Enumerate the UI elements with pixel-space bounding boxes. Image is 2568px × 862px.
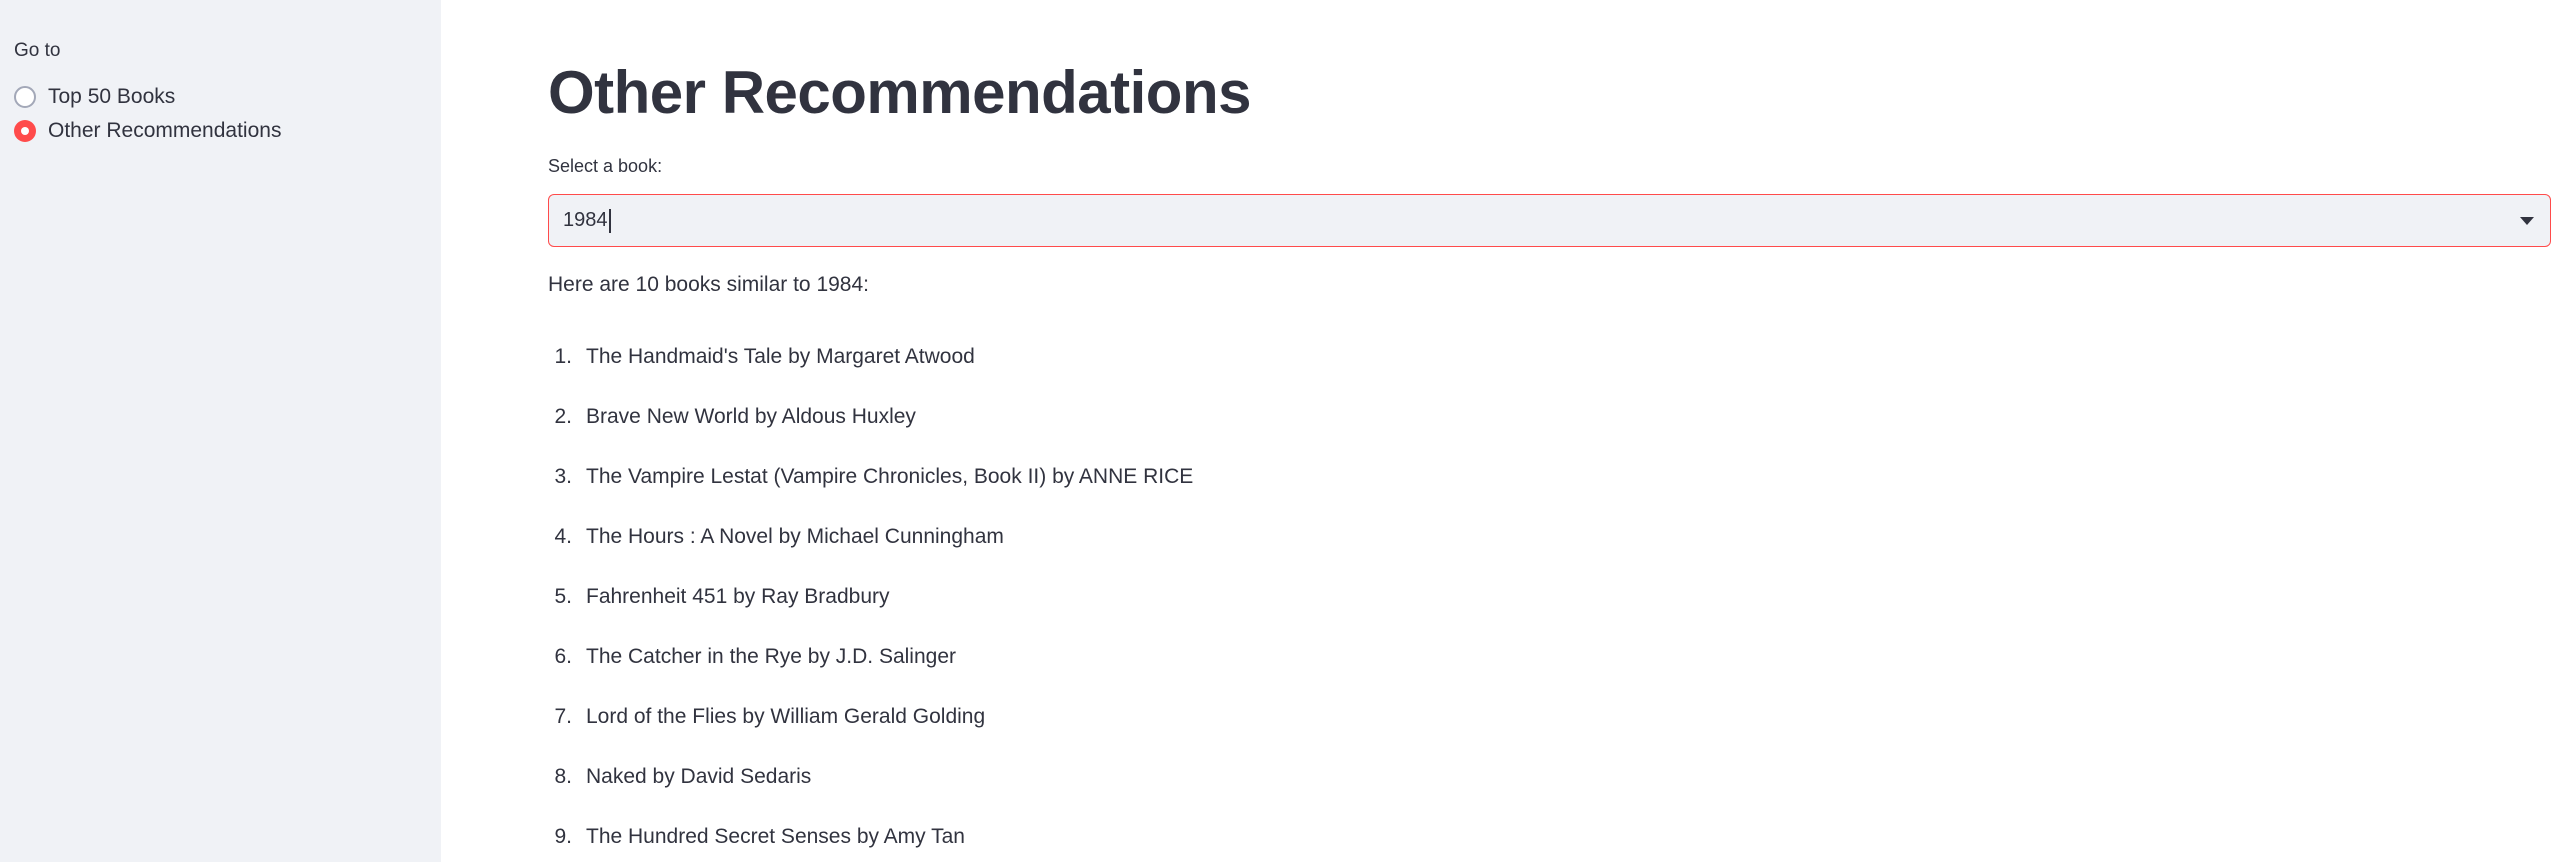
list-item: 1. The Handmaid's Tale by Margaret Atwood xyxy=(548,327,1193,387)
book-select[interactable]: 1984 xyxy=(548,194,2551,247)
list-item-number: 3. xyxy=(554,465,572,488)
radio-option-other-recommendations[interactable]: Other Recommendations xyxy=(14,116,281,146)
list-item: 5. Fahrenheit 451 by Ray Bradbury xyxy=(548,567,1193,627)
radio-unchecked-icon[interactable] xyxy=(14,86,36,108)
list-item-number: 4. xyxy=(554,525,572,548)
recommendations-intro: Here are 10 books similar to 1984: xyxy=(548,273,869,296)
list-item-text: The Catcher in the Rye by J.D. Salinger xyxy=(586,645,957,668)
list-item: 3. The Vampire Lestat (Vampire Chronicles… xyxy=(548,447,1193,507)
list-item-text: The Vampire Lestat (Vampire Chronicles, … xyxy=(586,465,1194,488)
radio-option-label: Top 50 Books xyxy=(48,85,176,108)
list-item-text: Brave New World by Aldous Huxley xyxy=(586,405,916,428)
main-content: Other Recommendations Select a book: 198… xyxy=(441,0,2568,862)
list-item-text: The Handmaid's Tale by Margaret Atwood xyxy=(586,345,975,368)
list-item-text: Fahrenheit 451 by Ray Bradbury xyxy=(586,585,890,608)
book-select-value[interactable]: 1984 xyxy=(563,209,608,232)
list-item-number: 1. xyxy=(554,345,572,368)
list-item-text: Lord of the Flies by William Gerald Gold… xyxy=(586,705,986,728)
list-item: 7. Lord of the Flies by William Gerald Go… xyxy=(548,687,1193,747)
list-item-number: 2. xyxy=(554,405,572,428)
goto-label: Go to xyxy=(14,40,61,61)
list-item: 6. The Catcher in the Rye by J.D. Salinge… xyxy=(548,627,1193,687)
list-item: 2. Brave New World by Aldous Huxley xyxy=(548,387,1193,447)
select-book-label: Select a book: xyxy=(548,156,663,176)
page-title: Other Recommendations xyxy=(548,59,1251,126)
recommendations-list: 1. The Handmaid's Tale by Margaret Atwood… xyxy=(548,327,1193,862)
list-item-number: 8. xyxy=(554,765,572,788)
list-item-text: Naked by David Sedaris xyxy=(586,765,812,788)
sidebar: Go to Top 50 Books Other Recommendations xyxy=(0,0,441,862)
list-item: 9. The Hundred Secret Senses by Amy Tan xyxy=(548,807,1193,862)
list-item: 8. Naked by David Sedaris xyxy=(548,747,1193,807)
list-item-number: 7. xyxy=(554,705,572,728)
list-item: 4. The Hours : A Novel by Michael Cunning… xyxy=(548,507,1193,567)
list-item-text: The Hours : A Novel by Michael Cunningha… xyxy=(586,525,1004,548)
chevron-down-icon[interactable] xyxy=(2520,217,2534,225)
radio-option-top-50-books[interactable]: Top 50 Books xyxy=(14,82,175,112)
text-cursor xyxy=(608,208,611,233)
list-item-number: 5. xyxy=(554,585,572,608)
radio-checked-icon[interactable] xyxy=(14,120,36,142)
list-item-number: 9. xyxy=(554,825,572,848)
list-item-number: 6. xyxy=(554,645,572,668)
list-item-text: The Hundred Secret Senses by Amy Tan xyxy=(586,825,965,848)
radio-option-label: Other Recommendations xyxy=(48,119,282,142)
